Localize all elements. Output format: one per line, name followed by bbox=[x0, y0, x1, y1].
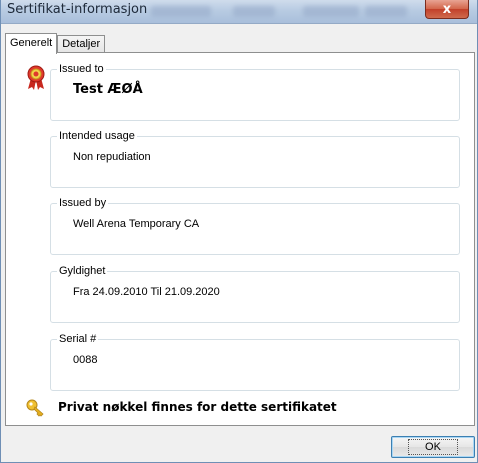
private-key-notice: Privat nøkkel finnes for dette sertifika… bbox=[58, 400, 337, 414]
intended-usage-label: Intended usage bbox=[57, 129, 137, 143]
ok-button[interactable]: OK bbox=[391, 436, 475, 458]
tab-strip: Generelt Detaljer bbox=[5, 33, 106, 55]
blurred-background-text bbox=[233, 6, 275, 17]
blurred-background-text bbox=[365, 6, 407, 17]
tab-generelt[interactable]: Generelt bbox=[5, 33, 58, 54]
validity-value: Fra 24.09.2010 Til 21.09.2020 bbox=[73, 286, 220, 298]
serial-group: Serial # 0088 bbox=[50, 332, 460, 391]
blurred-background-text bbox=[303, 6, 359, 17]
ok-button-label: OK bbox=[408, 439, 458, 455]
intended-usage-value: Non repudiation bbox=[73, 151, 151, 163]
validity-group: Gyldighet Fra 24.09.2010 Til 21.09.2020 bbox=[50, 264, 460, 323]
serial-label: Serial # bbox=[57, 332, 99, 346]
intended-usage-group: Intended usage Non repudiation bbox=[50, 129, 460, 188]
validity-label: Gyldighet bbox=[57, 264, 108, 278]
issued-to-label: Issued to bbox=[57, 62, 106, 76]
window-title: Sertifikat-informasjon bbox=[7, 2, 148, 17]
close-button[interactable]: x bbox=[425, 0, 469, 19]
blurred-background-text bbox=[151, 6, 211, 17]
close-icon: x bbox=[442, 1, 452, 17]
issued-to-group: Issued to Test ÆØÅ bbox=[50, 62, 460, 121]
issued-by-group: Issued by Well Arena Temporary CA bbox=[50, 196, 460, 255]
general-panel: Issued to Test ÆØÅ Intended usage Non re… bbox=[5, 52, 475, 426]
issued-to-value: Test ÆØÅ bbox=[73, 82, 143, 97]
issued-by-value: Well Arena Temporary CA bbox=[73, 218, 200, 230]
certificate-ribbon-icon bbox=[27, 65, 45, 90]
title-bar[interactable]: Sertifikat-informasjon x bbox=[1, 0, 477, 24]
issued-by-label: Issued by bbox=[57, 196, 109, 210]
serial-value: 0088 bbox=[73, 354, 98, 366]
certificate-dialog: Sertifikat-informasjon x Generelt Detalj… bbox=[0, 0, 478, 463]
key-icon bbox=[26, 399, 44, 417]
